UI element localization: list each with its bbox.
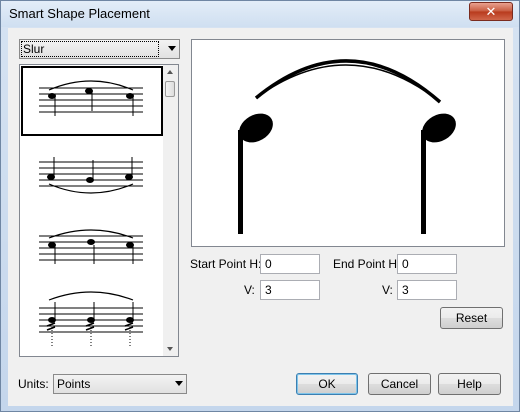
start-point-v-label: V: xyxy=(244,283,255,297)
ok-button[interactable]: OK xyxy=(296,373,358,395)
preview-note-stem-right xyxy=(421,130,426,234)
title-bar[interactable]: Smart Shape Placement ✕ xyxy=(1,1,519,27)
cancel-button[interactable]: Cancel xyxy=(368,373,431,395)
reset-button[interactable]: Reset xyxy=(440,307,503,329)
scrollbar-thumb[interactable] xyxy=(165,81,175,97)
list-item-slur-over-alt[interactable] xyxy=(21,214,163,284)
dialog-client-area: Slur Start Point H: 0 V: 3 End Point H: … xyxy=(8,28,513,406)
close-icon: ✕ xyxy=(485,4,497,19)
close-button[interactable]: ✕ xyxy=(469,2,513,21)
end-point-v-input[interactable]: 3 xyxy=(397,280,457,300)
start-point-v-input[interactable]: 3 xyxy=(260,280,320,300)
shape-type-value: Slur xyxy=(21,41,159,57)
preview-canvas xyxy=(238,59,456,234)
shape-list-scrollbar[interactable] xyxy=(163,65,178,356)
window-title: Smart Shape Placement xyxy=(9,6,150,21)
end-point-h-input[interactable]: 0 xyxy=(397,254,457,274)
shape-type-dropdown[interactable]: Slur xyxy=(19,39,180,59)
arrow-up-icon[interactable] xyxy=(167,70,173,74)
arrow-down-icon[interactable] xyxy=(167,347,173,351)
chevron-down-icon xyxy=(175,381,183,386)
shape-preview[interactable] xyxy=(191,39,505,247)
list-item-slur-over[interactable] xyxy=(21,66,163,136)
units-label: Units: xyxy=(18,377,49,391)
chevron-down-icon xyxy=(168,46,176,51)
end-point-h-label: End Point H: xyxy=(333,257,401,271)
units-dropdown[interactable]: Points xyxy=(53,374,187,394)
list-item-slur-over-grace[interactable] xyxy=(21,286,163,356)
dialog-window: Smart Shape Placement ✕ Slur Start Point… xyxy=(0,0,520,412)
shape-thumbnail-list[interactable] xyxy=(19,64,179,357)
start-point-h-label: Start Point H: xyxy=(190,257,262,271)
help-button[interactable]: Help xyxy=(438,373,501,395)
end-point-v-label: V: xyxy=(382,283,393,297)
units-value: Points xyxy=(57,377,91,391)
start-point-h-input[interactable]: 0 xyxy=(260,254,320,274)
list-item-slur-under[interactable] xyxy=(21,140,163,210)
preview-note-stem-left xyxy=(238,130,243,234)
